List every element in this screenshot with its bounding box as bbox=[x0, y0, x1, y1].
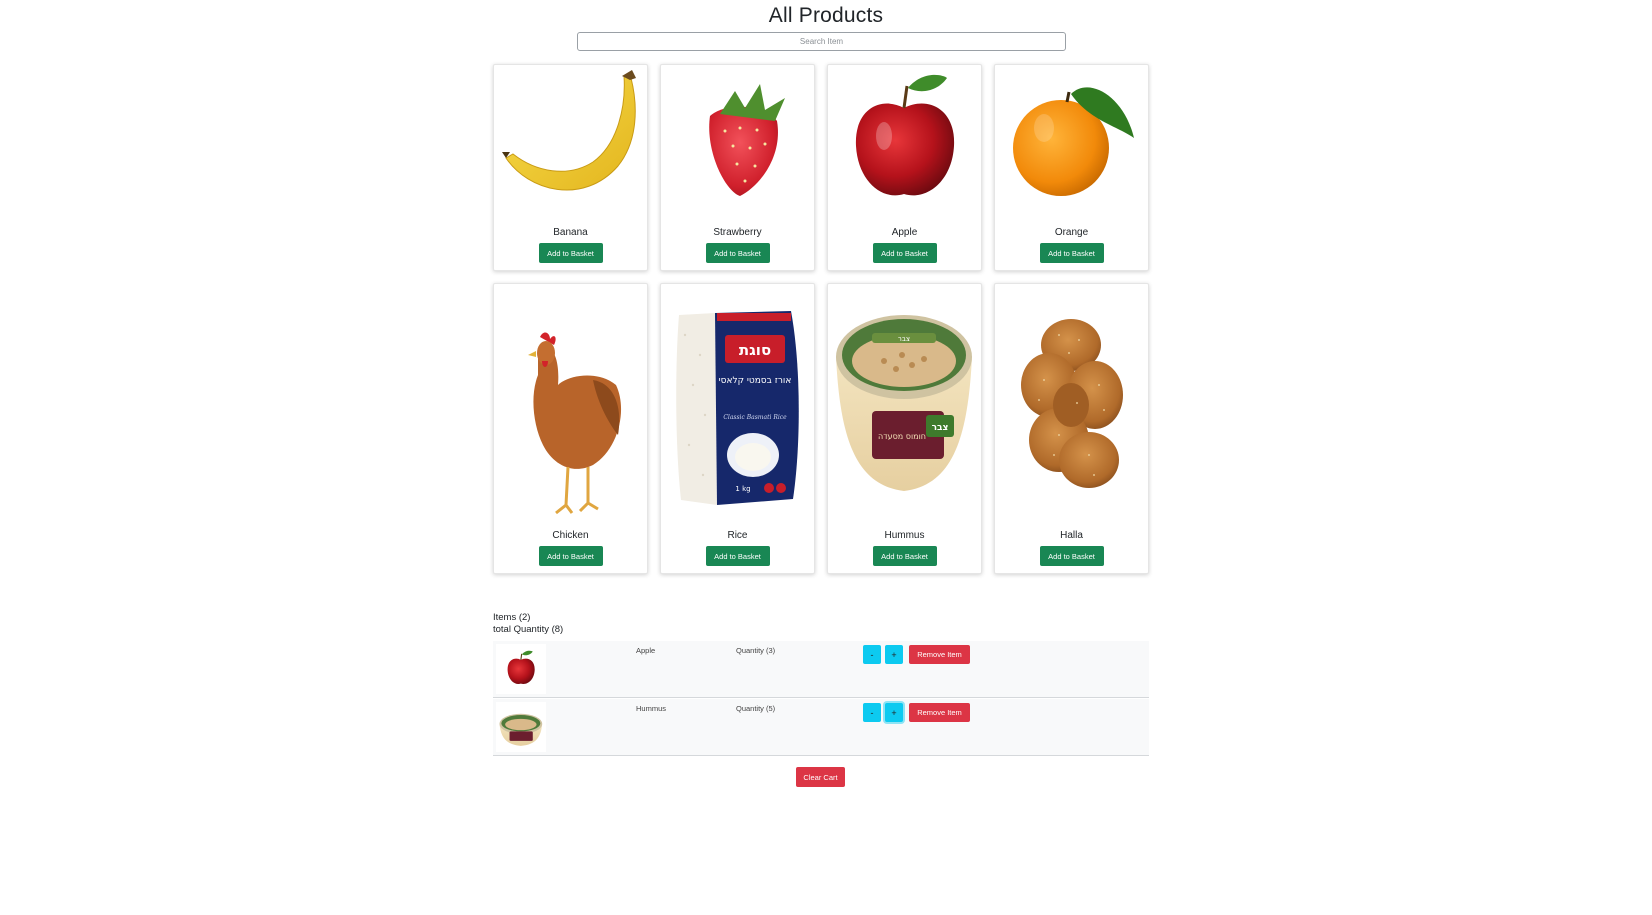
product-name: Orange bbox=[1054, 227, 1089, 238]
product-name: Halla bbox=[1060, 530, 1083, 541]
chicken-image bbox=[495, 285, 646, 525]
cart-row-apple: Apple Quantity (3) - + Remove Item bbox=[493, 641, 1149, 698]
hummus-brand-lid-text: צבר bbox=[898, 335, 910, 343]
rice-product-text: אורז בסמטי קלאסי bbox=[719, 376, 792, 386]
add-to-basket-button[interactable]: Add to Basket bbox=[872, 546, 937, 566]
remove-item-button[interactable]: Remove Item bbox=[909, 703, 970, 722]
cart-item-name: Hummus bbox=[636, 704, 667, 713]
search-input[interactable] bbox=[577, 32, 1066, 51]
add-to-basket-button[interactable]: Add to Basket bbox=[538, 243, 603, 263]
product-card-apple: Apple Add to Basket bbox=[827, 64, 982, 271]
page-title: All Products bbox=[768, 4, 884, 27]
rice-weight-text: 1 kg bbox=[735, 485, 750, 493]
strawberry-image bbox=[662, 66, 813, 216]
rice-package-image: סוגת אורז בסמטי קלאסי Classic Basmati Ri… bbox=[662, 285, 813, 525]
apple-image bbox=[829, 66, 980, 216]
cart-items-count: Items (2) bbox=[493, 612, 531, 623]
increase-quantity-button[interactable]: + bbox=[885, 645, 903, 664]
rice-subtitle-text: Classic Basmati Rice bbox=[723, 414, 787, 421]
product-card-banana: Banana Add to Basket bbox=[493, 64, 648, 271]
decrease-quantity-button[interactable]: - bbox=[863, 645, 881, 664]
clear-cart-button[interactable]: Clear Cart bbox=[796, 767, 845, 787]
product-name: Rice bbox=[727, 530, 748, 541]
product-card-chicken: Chicken Add to Basket bbox=[493, 283, 648, 574]
apple-image bbox=[496, 644, 546, 694]
increase-quantity-button[interactable]: + bbox=[885, 703, 903, 722]
cart-summary: Items (2) total Quantity (8) bbox=[493, 612, 563, 636]
cart-total-quantity: total Quantity (8) bbox=[493, 624, 564, 635]
halla-bread-image bbox=[996, 285, 1147, 525]
hummus-product-text: חומוס מסעדה bbox=[878, 432, 926, 441]
add-to-basket-button[interactable]: Add to Basket bbox=[1039, 546, 1104, 566]
cart-row-hummus: Hummus Quantity (5) - + Remove Item bbox=[493, 699, 1149, 756]
product-name: Banana bbox=[553, 227, 588, 238]
add-to-basket-button[interactable]: Add to Basket bbox=[705, 243, 770, 263]
product-card-halla: Halla Add to Basket bbox=[994, 283, 1149, 574]
banana-image bbox=[495, 66, 646, 216]
product-card-hummus: צבר צבר חומוס מסעדה Hummus Add to Basket bbox=[827, 283, 982, 574]
add-to-basket-button[interactable]: Add to Basket bbox=[872, 243, 937, 263]
add-to-basket-button[interactable]: Add to Basket bbox=[1039, 243, 1104, 263]
hummus-tub-image bbox=[496, 702, 546, 752]
cart-item-name: Apple bbox=[636, 646, 656, 655]
product-name: Strawberry bbox=[713, 227, 762, 238]
hummus-brand-text: צבר bbox=[932, 423, 949, 433]
orange-image bbox=[996, 66, 1147, 216]
decrease-quantity-button[interactable]: - bbox=[863, 703, 881, 722]
product-name: Chicken bbox=[552, 530, 589, 541]
product-card-orange: Orange Add to Basket bbox=[994, 64, 1149, 271]
rice-brand-text: סוגת bbox=[739, 341, 771, 359]
remove-item-button[interactable]: Remove Item bbox=[909, 645, 970, 664]
cart-item-quantity: Quantity (3) bbox=[736, 646, 776, 655]
product-card-rice: סוגת אורז בסמטי קלאסי Classic Basmati Ri… bbox=[660, 283, 815, 574]
add-to-basket-button[interactable]: Add to Basket bbox=[538, 546, 603, 566]
add-to-basket-button[interactable]: Add to Basket bbox=[705, 546, 770, 566]
product-name: Hummus bbox=[884, 530, 925, 541]
cart-item-quantity: Quantity (5) bbox=[736, 704, 776, 713]
products-page: All Products Banana Add to Basket bbox=[0, 0, 1652, 915]
product-card-strawberry: Strawberry Add to Basket bbox=[660, 64, 815, 271]
hummus-tub-image: צבר צבר חומוס מסעדה bbox=[829, 285, 980, 525]
product-name: Apple bbox=[891, 227, 918, 238]
